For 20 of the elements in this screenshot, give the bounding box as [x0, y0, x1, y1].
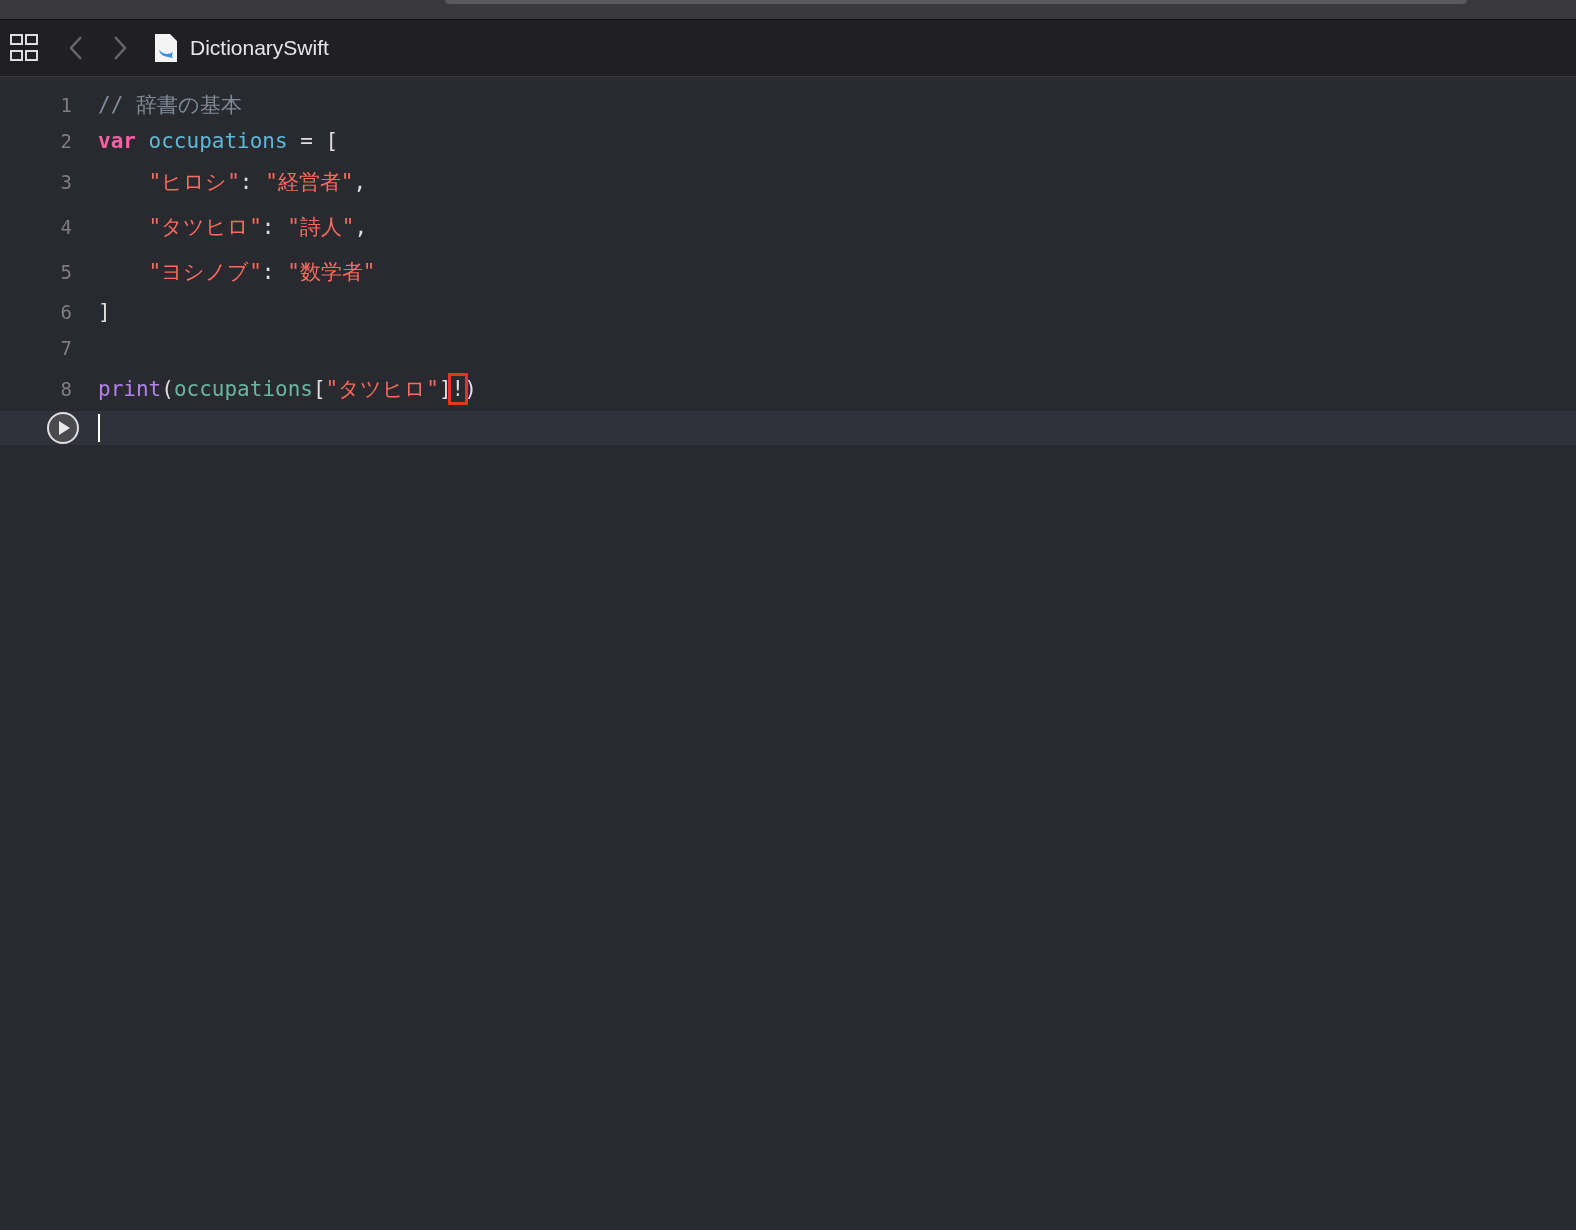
line-number: 3	[60, 170, 72, 193]
code-line: "ヒロシ": "経営者",	[147, 168, 367, 196]
line-number: 1	[60, 94, 72, 116]
code-line: ]	[98, 300, 111, 324]
line-number: 4	[60, 215, 72, 238]
code-line: print(occupations["タツヒロ"]!)	[98, 374, 477, 403]
text-cursor	[98, 414, 100, 442]
code-line: var occupations = [	[98, 129, 339, 153]
file-title: DictionarySwift	[190, 36, 329, 60]
line-number: 2	[60, 130, 72, 152]
code-line: "タツヒロ": "詩人",	[147, 213, 368, 241]
run-button[interactable]	[46, 411, 80, 445]
swift-file-icon	[154, 33, 178, 63]
line-number: 7	[60, 337, 72, 359]
grid-icon[interactable]	[10, 34, 38, 62]
line-number: 6	[60, 301, 72, 323]
code-line: "ヨシノブ": "数学者"	[147, 258, 376, 286]
code-line: // 辞書の基本	[98, 92, 242, 119]
line-number: 8	[60, 377, 72, 400]
line-number: 5	[60, 260, 72, 283]
